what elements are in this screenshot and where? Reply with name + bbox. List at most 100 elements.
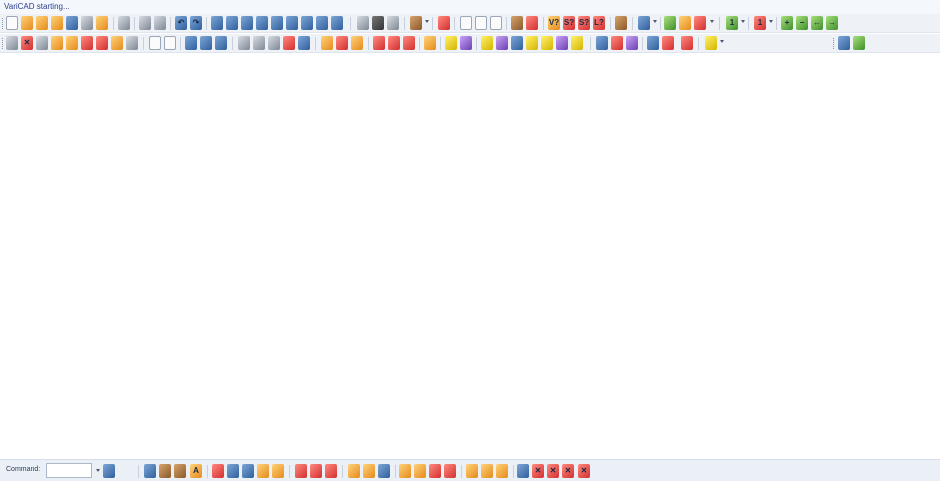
relative-coord-icon[interactable] (611, 36, 623, 50)
rotate-icon[interactable] (81, 36, 93, 50)
select-cross-icon[interactable] (429, 464, 441, 478)
drawing-canvas[interactable] (0, 54, 940, 459)
torus-icon[interactable] (301, 16, 313, 30)
chevron-down-icon[interactable] (710, 20, 714, 23)
copy-icon[interactable] (139, 16, 151, 30)
close-2-icon[interactable]: ✕ (547, 464, 559, 478)
hatch-icon[interactable] (268, 36, 280, 50)
bom-icon[interactable] (662, 36, 674, 50)
view-grid-icon[interactable] (475, 16, 487, 30)
layer-red-icon[interactable] (295, 464, 307, 478)
chevron-down-icon[interactable] (741, 20, 745, 23)
pipe-tool-icon[interactable] (511, 16, 523, 30)
boolean-subtract-icon[interactable] (200, 36, 212, 50)
zoom-window-icon[interactable] (664, 16, 676, 30)
color-icon[interactable] (272, 464, 284, 478)
zoom-in-icon[interactable]: + (781, 16, 793, 30)
axis-icon[interactable] (638, 16, 650, 30)
point-snap-icon[interactable] (481, 36, 493, 50)
paste-icon[interactable] (154, 16, 166, 30)
box-icon[interactable] (211, 16, 223, 30)
solid-3d-icon[interactable] (647, 36, 659, 50)
tangent-snap-icon[interactable] (541, 36, 553, 50)
save-as-icon[interactable] (66, 16, 78, 30)
extend-icon[interactable] (126, 36, 138, 50)
center-snap-icon[interactable] (526, 36, 538, 50)
layer-icon[interactable]: 1 (754, 16, 766, 30)
intersection-snap-icon[interactable] (571, 36, 583, 50)
view-top-icon[interactable] (853, 36, 865, 50)
joint-icon[interactable] (357, 16, 369, 30)
ortho-icon[interactable] (424, 36, 436, 50)
polar-coord-icon[interactable] (626, 36, 638, 50)
text-style-icon[interactable]: A (190, 464, 202, 478)
command-input[interactable] (46, 463, 92, 478)
select-all-icon[interactable] (399, 464, 411, 478)
midpoint-snap-icon[interactable] (496, 36, 508, 50)
close-3-icon[interactable]: ✕ (562, 464, 574, 478)
toolbar-grip[interactable] (2, 38, 5, 49)
dimension-icon[interactable] (253, 36, 265, 50)
solid-icon[interactable] (144, 464, 156, 478)
ungroup-icon[interactable] (481, 464, 493, 478)
hide-icon[interactable] (373, 36, 385, 50)
constraint-icon[interactable] (460, 36, 472, 50)
save-icon[interactable] (51, 16, 63, 30)
ruler-icon[interactable] (615, 16, 627, 30)
grid-icon[interactable] (403, 36, 415, 50)
rotate-solid-icon[interactable] (316, 16, 328, 30)
sphere-icon[interactable] (286, 16, 298, 30)
surface-icon[interactable] (159, 464, 171, 478)
orbit-icon[interactable] (378, 464, 390, 478)
measure-icon[interactable]: L? (593, 16, 605, 30)
command-submit-icon[interactable] (103, 464, 115, 478)
cone-icon[interactable] (241, 16, 253, 30)
section-icon[interactable] (238, 36, 250, 50)
batch-save-icon[interactable] (81, 16, 93, 30)
radiation-icon[interactable] (705, 36, 717, 50)
toolbar-grip[interactable] (2, 18, 5, 29)
fillet-icon[interactable] (149, 36, 161, 50)
select-remove-icon[interactable] (444, 464, 456, 478)
new-icon[interactable] (6, 16, 18, 30)
help-icon[interactable]: V? (548, 16, 560, 30)
array-icon[interactable] (51, 36, 63, 50)
sweep-icon[interactable] (331, 16, 343, 30)
prism-icon[interactable] (271, 16, 283, 30)
layers-icon[interactable] (387, 16, 399, 30)
chamfer-icon[interactable] (164, 36, 176, 50)
perpendicular-snap-icon[interactable] (556, 36, 568, 50)
zoom-all-icon[interactable] (679, 16, 691, 30)
block-icon[interactable] (212, 464, 224, 478)
select-window-icon[interactable] (414, 464, 426, 478)
query-area-icon[interactable]: S? (578, 16, 590, 30)
tree-icon[interactable] (363, 464, 375, 478)
boolean-add-icon[interactable] (185, 36, 197, 50)
zoom-next-icon[interactable]: → (826, 16, 838, 30)
close-1-icon[interactable]: ✕ (532, 464, 544, 478)
coordinate-icon[interactable] (596, 36, 608, 50)
material-icon[interactable] (410, 16, 422, 30)
view-list-icon[interactable] (490, 16, 502, 30)
view-switch-icon[interactable] (460, 16, 472, 30)
snap-icon[interactable] (6, 36, 18, 50)
detach-icon[interactable] (351, 36, 363, 50)
layer-set-icon[interactable] (325, 464, 337, 478)
endpoint-snap-icon[interactable] (511, 36, 523, 50)
undo-icon[interactable]: ↶ (175, 16, 187, 30)
group-icon[interactable] (466, 464, 478, 478)
layer-icon[interactable] (298, 36, 310, 50)
intersect-icon[interactable] (215, 36, 227, 50)
redo-icon[interactable]: ↷ (190, 16, 202, 30)
move-icon[interactable] (36, 36, 48, 50)
pipe-icon[interactable] (174, 464, 186, 478)
delete-icon[interactable]: ✕ (21, 36, 33, 50)
camera-icon[interactable] (372, 16, 384, 30)
open-icon[interactable] (21, 16, 33, 30)
view-3d-icon[interactable] (694, 16, 706, 30)
toolbar-grip[interactable] (833, 38, 836, 49)
trim-icon[interactable] (111, 36, 123, 50)
snap-toggle-icon[interactable] (445, 36, 457, 50)
layer-1-icon[interactable]: 1 (726, 16, 738, 30)
open-folder-icon[interactable] (36, 16, 48, 30)
